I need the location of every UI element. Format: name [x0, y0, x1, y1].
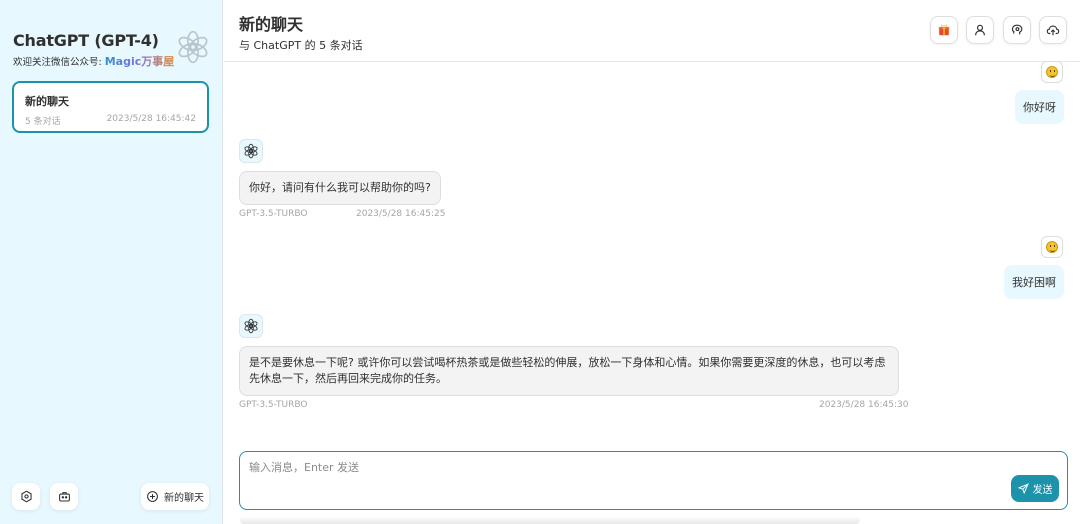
sidebar: ChatGPT (GPT-4) 欢迎关注微信公众号: Magic万事屋 新的聊天…: [0, 0, 223, 524]
openai-logo-icon: [244, 143, 258, 159]
chat-header: 新的聊天 与 ChatGPT 的 5 条对话: [224, 0, 1080, 62]
message-time: 2023/5/28 16:45:30: [819, 400, 909, 410]
chat-input-panel: 发送: [239, 451, 1068, 510]
chat-item-count: 5 条对话: [25, 117, 61, 127]
chat-list-item[interactable]: 新的聊天 5 条对话 2023/5/28 16:45:42: [12, 81, 209, 133]
new-chat-button[interactable]: 新的聊天: [141, 483, 209, 510]
user-button[interactable]: [966, 16, 994, 44]
send-button[interactable]: 发送: [1011, 475, 1059, 502]
cloud-upload-button[interactable]: [1039, 16, 1067, 44]
subtitle-brand: Magic万事屋: [104, 55, 175, 68]
send-icon: [1017, 483, 1029, 494]
user-message-bubble: 我好困啊: [1004, 265, 1064, 299]
settings-icon: [20, 490, 32, 503]
openai-logo-icon: [244, 318, 258, 334]
chat-subtitle: 与 ChatGPT 的 5 条对话: [239, 39, 363, 52]
openai-logo-icon: [178, 30, 208, 64]
brain-icon: [1011, 24, 1023, 35]
brain-button[interactable]: [1003, 16, 1031, 44]
app-title: ChatGPT (GPT-4): [13, 31, 159, 50]
chat-item-title: 新的聊天: [25, 95, 69, 108]
bot-avatar: [239, 139, 263, 163]
smile-emoji-icon: [1046, 241, 1058, 253]
gift-icon: [938, 24, 950, 36]
add-circle-icon: [147, 491, 158, 502]
user-message-bubble: 你好呀: [1015, 90, 1064, 124]
bot-message-bubble: 你好，请问有什么我可以帮助你的吗?: [239, 171, 441, 205]
app-subtitle: 欢迎关注微信公众号: Magic万事屋: [13, 53, 174, 69]
message-model: GPT-3.5-TURBO: [239, 209, 308, 219]
message-model: GPT-3.5-TURBO: [239, 400, 308, 410]
bottom-scroll-shadow: [240, 516, 860, 524]
bot-message-bubble: 是不是要休息一下呢? 或许你可以尝试喝杯热茶或是做些轻松的伸展，放松一下身体和心…: [239, 346, 899, 396]
cloud-upload-icon: [1046, 25, 1060, 36]
settings-button[interactable]: [12, 483, 40, 510]
gift-button[interactable]: [930, 16, 958, 44]
mask-button[interactable]: [50, 483, 78, 510]
send-label: 发送: [1032, 485, 1053, 496]
mask-icon: [58, 492, 70, 502]
subtitle-prefix: 欢迎关注微信公众号:: [13, 57, 102, 68]
user-avatar: [1041, 61, 1063, 83]
chat-item-time: 2023/5/28 16:45:42: [106, 114, 196, 124]
message-time: 2023/5/28 16:45:25: [356, 209, 446, 219]
bot-avatar: [239, 314, 263, 338]
chat-title[interactable]: 新的聊天: [239, 11, 303, 35]
user-avatar: [1041, 236, 1063, 258]
chat-input[interactable]: [249, 459, 989, 499]
user-icon: [975, 24, 985, 36]
smile-emoji-icon: [1046, 66, 1058, 78]
new-chat-label: 新的聊天: [164, 493, 204, 504]
